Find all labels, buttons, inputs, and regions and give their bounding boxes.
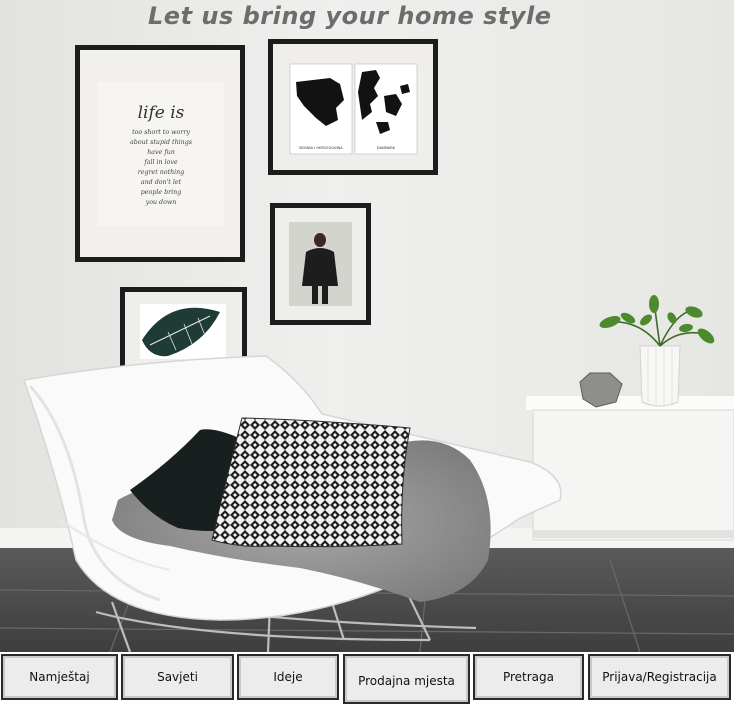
poem-line: and don't let bbox=[141, 179, 182, 186]
nav-button-pretraga[interactable]: Pretraga bbox=[473, 654, 584, 700]
map-caption-left: BOSNIA I HERCEGOVINA bbox=[299, 146, 343, 150]
maps-frame: BOSNIA I HERCEGOVINA DANMARK bbox=[268, 39, 438, 175]
nav-button-label: Prodajna mjesta bbox=[358, 674, 455, 688]
nav-button-prijava-registracija[interactable]: Prijava/Registracija bbox=[588, 654, 731, 700]
poem-line: regret nothing bbox=[138, 169, 185, 176]
living-room-scene: life is too short to worry about stupid … bbox=[0, 0, 734, 652]
nav-button-prodajna-mjesta[interactable]: Prodajna mjesta bbox=[343, 654, 470, 704]
patterned-cushion bbox=[211, 417, 411, 548]
poem-line: about stupid things bbox=[130, 139, 193, 146]
poem-line: have fun bbox=[147, 149, 175, 156]
hero-tagline: Let us bring your home style bbox=[148, 2, 552, 30]
map-caption-right: DANMARK bbox=[377, 146, 396, 150]
poem-line: fall in love bbox=[143, 159, 178, 166]
poem-line: you down bbox=[145, 199, 177, 206]
poem-line: too short to worry bbox=[132, 129, 190, 136]
nav-button-label: Savjeti bbox=[157, 670, 198, 684]
main-nav: Namještaj Savjeti Ideje Prodajna mjesta … bbox=[0, 652, 734, 706]
nav-button-namjestaj[interactable]: Namještaj bbox=[1, 654, 118, 700]
nav-button-label: Ideje bbox=[273, 670, 303, 684]
nav-button-ideje[interactable]: Ideje bbox=[237, 654, 339, 700]
nav-button-savjeti[interactable]: Savjeti bbox=[121, 654, 234, 700]
poem-frame: life is too short to worry about stupid … bbox=[75, 45, 245, 262]
poem-line: people bring bbox=[141, 189, 181, 196]
portrait-frame bbox=[270, 203, 371, 325]
wall-shelf bbox=[526, 396, 734, 541]
poem-title: life is bbox=[138, 103, 185, 123]
nav-button-label: Prijava/Registracija bbox=[602, 670, 717, 684]
hero-image: life is too short to worry about stupid … bbox=[0, 0, 734, 652]
page: life is too short to worry about stupid … bbox=[0, 0, 734, 706]
nav-button-label: Pretraga bbox=[502, 670, 555, 684]
nav-button-label: Namještaj bbox=[29, 670, 90, 684]
